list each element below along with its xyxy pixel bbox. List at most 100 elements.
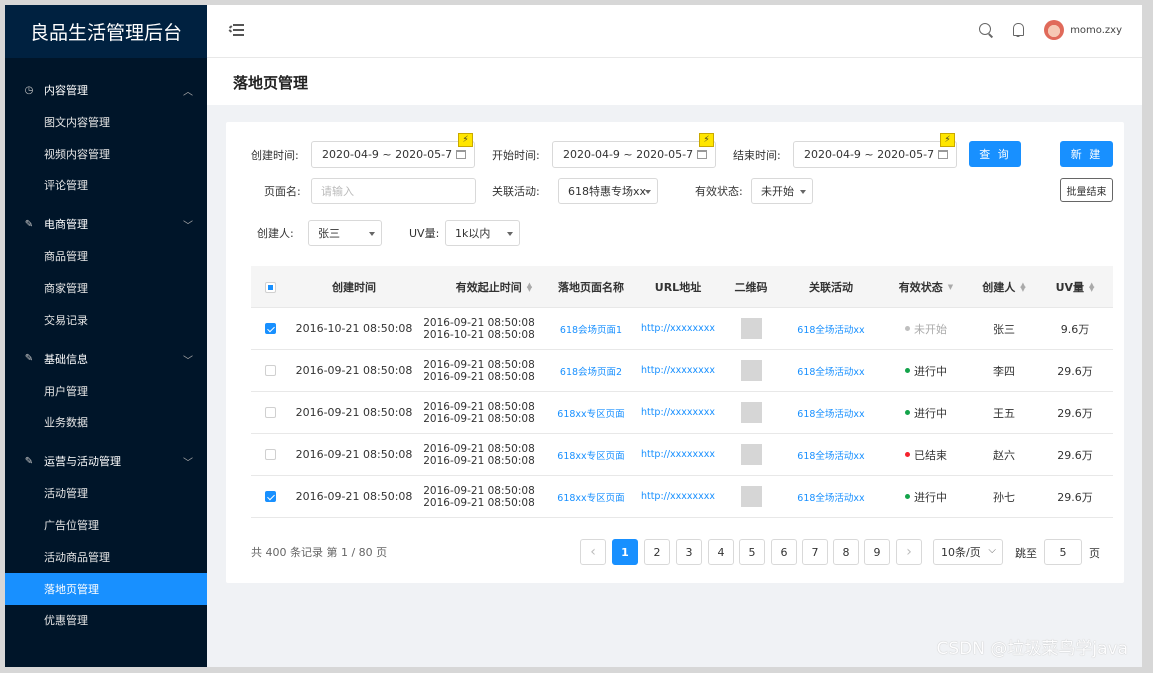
create-time-picker[interactable]: 2020-04-9 ~ 2020-05-7 ⚡ xyxy=(311,133,475,168)
page-name-link[interactable]: 618xx专区页面 xyxy=(551,476,631,517)
page-unit-label: 页 xyxy=(1089,547,1100,560)
page-button[interactable]: 8 xyxy=(833,539,859,565)
next-page-button[interactable]: › xyxy=(896,539,922,565)
url-link[interactable]: http://xxxxxxxx xyxy=(635,308,721,349)
url-link[interactable]: http://xxxxxxxx xyxy=(635,476,721,517)
search-icon[interactable] xyxy=(978,22,994,38)
jump-page-input[interactable]: 5 xyxy=(1044,539,1082,565)
sidebar-item[interactable]: 广告位管理 xyxy=(5,509,207,541)
sidebar-item[interactable]: 评论管理 xyxy=(5,170,207,202)
activity-link[interactable]: 618全场活动xx xyxy=(781,308,881,349)
activity-link[interactable]: 618全场活动xx xyxy=(781,476,881,517)
col-activity: 关联活动 xyxy=(809,281,853,294)
col-status[interactable]: 有效状态 ▼ xyxy=(881,266,971,308)
qrcode-cell xyxy=(721,308,781,349)
activity-select[interactable]: 618特惠专场xx xyxy=(558,178,658,204)
sidebar-item[interactable]: 落地页管理 xyxy=(5,572,207,605)
sidebar-item[interactable]: 商品管理 xyxy=(5,240,207,272)
username[interactable]: momo.zxy xyxy=(1070,25,1122,36)
create-time-value: 2020-04-9 ~ 2020-05-7 xyxy=(322,148,453,161)
sidebar-item[interactable]: 图文内容管理 xyxy=(5,106,207,138)
sidebar-item[interactable]: 视频内容管理 xyxy=(5,138,207,170)
row-checkbox[interactable] xyxy=(264,323,276,334)
table-row[interactable]: 2016-09-21 08:50:08 2016-09-21 08:50:08 20… xyxy=(251,392,1113,434)
sidebar-item[interactable]: 业务数据 xyxy=(5,407,207,439)
end-time-picker[interactable]: 2020-04-9 ~ 2020-05-7 ⚡ xyxy=(793,133,957,168)
sidebar-item[interactable]: 活动管理 xyxy=(5,477,207,509)
col-creator[interactable]: 创建人 ▲ ▼ xyxy=(971,266,1037,308)
row-checkbox[interactable] xyxy=(264,407,276,418)
status-dot xyxy=(905,410,910,415)
sidebar-item[interactable]: 商家管理 xyxy=(5,272,207,304)
chevron-left-icon: ‹ xyxy=(590,544,596,560)
creator-cell: 王五 xyxy=(993,406,1015,420)
uv-select[interactable]: 1k以内 xyxy=(445,220,520,246)
prev-page-button[interactable]: ‹ xyxy=(580,539,606,565)
qrcode-image[interactable] xyxy=(740,444,762,465)
page-name-link[interactable]: 618xx专区页面 xyxy=(551,392,631,433)
batch-end-button[interactable]: 批量结束 xyxy=(1060,178,1113,202)
sidebar-group-title[interactable]: ✎ 电商管理 ﹀ xyxy=(5,208,207,240)
qrcode-image[interactable] xyxy=(740,318,762,339)
page-button[interactable]: 6 xyxy=(771,539,797,565)
sidebar-group-title[interactable]: ✎ 基础信息 ﹀ xyxy=(5,343,207,375)
table-row[interactable]: 2016-09-21 08:50:08 2016-09-21 08:50:08 20… xyxy=(251,350,1113,392)
activity-link[interactable]: 618全场活动xx xyxy=(781,350,881,391)
col-validity[interactable]: 有效起止时间 ▲ ▼ xyxy=(419,266,569,308)
page-button[interactable]: 2 xyxy=(644,539,670,565)
query-button[interactable]: 查 询 xyxy=(969,141,1021,167)
bell-icon[interactable] xyxy=(1010,22,1026,38)
url-link[interactable]: http://xxxxxxxx xyxy=(635,350,721,391)
qrcode-image[interactable] xyxy=(740,402,762,423)
activity-link[interactable]: 618全场活动xx xyxy=(781,392,881,433)
page-size-select[interactable]: 10条/页 ⌵ xyxy=(933,539,1003,565)
page-button[interactable]: 1 xyxy=(612,539,638,565)
col-uv[interactable]: UV量 ▲ ▼ xyxy=(1037,266,1113,308)
page-button[interactable]: 4 xyxy=(708,539,734,565)
table-row[interactable]: 2016-09-21 08:50:08 2016-09-21 08:50:08 20… xyxy=(251,434,1113,476)
qrcode-cell xyxy=(721,350,781,391)
sidebar-item[interactable]: 优惠管理 xyxy=(5,605,207,637)
select-all-checkbox[interactable] xyxy=(264,281,276,293)
edit-icon: ✎ xyxy=(24,455,34,467)
page-name-link[interactable]: 618会场页面1 xyxy=(551,308,631,349)
avatar[interactable] xyxy=(1044,20,1065,40)
validity-cell: 2016-09-21 08:50:08 2016-09-21 08:50:08 xyxy=(419,434,539,475)
chevron-down-icon: ⌵ xyxy=(988,545,996,556)
sidebar-group-2: ✎ 基础信息 ﹀ 用户管理 业务数据 xyxy=(5,343,207,439)
sidebar-item[interactable]: 交易记录 xyxy=(5,304,207,336)
page-title: 落地页管理 xyxy=(233,74,309,92)
uv-cell: 29.6万 xyxy=(1057,406,1093,420)
page-button[interactable]: 9 xyxy=(864,539,890,565)
url-link[interactable]: http://xxxxxxxx xyxy=(635,434,721,475)
activity-link[interactable]: 618全场活动xx xyxy=(781,434,881,475)
sidebar-item[interactable]: 用户管理 xyxy=(5,375,207,407)
start-time-label: 开始时间: xyxy=(492,149,540,162)
qrcode-image[interactable] xyxy=(740,486,762,507)
menu-fold-icon[interactable] xyxy=(228,23,245,37)
status-select[interactable]: 未开始 xyxy=(751,178,813,204)
row-checkbox[interactable] xyxy=(264,449,276,460)
start-time-picker[interactable]: 2020-04-9 ~ 2020-05-7 ⚡ xyxy=(552,133,716,168)
sidebar-item[interactable]: 活动商品管理 xyxy=(5,541,207,573)
table-row[interactable]: 2016-10-21 08:50:08 2016-09-21 08:50:08 20… xyxy=(251,308,1113,350)
page-button[interactable]: 3 xyxy=(676,539,702,565)
page-button[interactable]: 5 xyxy=(739,539,765,565)
page-name-link[interactable]: 618xx专区页面 xyxy=(551,434,631,475)
page-name-input[interactable]: 请输入 xyxy=(311,178,476,204)
table-header: 创建时间 有效起止时间 ▲ ▼ 落地页面名称 URL地址 二维码 关联活动 有效状态… xyxy=(251,266,1113,308)
qrcode-image[interactable] xyxy=(740,360,762,381)
page-name-link[interactable]: 618会场页面2 xyxy=(551,350,631,391)
chevron-down-icon: ﹀ xyxy=(183,221,193,233)
table-row[interactable]: 2016-09-21 08:50:08 2016-09-21 08:50:08 20… xyxy=(251,476,1113,518)
caret-down-icon xyxy=(800,190,806,194)
sidebar-group-title[interactable]: ◷ 内容管理 ︿ xyxy=(5,74,207,106)
row-checkbox[interactable] xyxy=(264,365,276,376)
page-button[interactable]: 7 xyxy=(802,539,828,565)
sidebar-group-title[interactable]: ✎ 运营与活动管理 ﹀ xyxy=(5,445,207,477)
creator-select[interactable]: 张三 xyxy=(308,220,382,246)
select-all-cell xyxy=(251,266,289,308)
url-link[interactable]: http://xxxxxxxx xyxy=(635,392,721,433)
row-checkbox[interactable] xyxy=(264,491,276,502)
new-button[interactable]: 新 建 xyxy=(1060,141,1113,167)
